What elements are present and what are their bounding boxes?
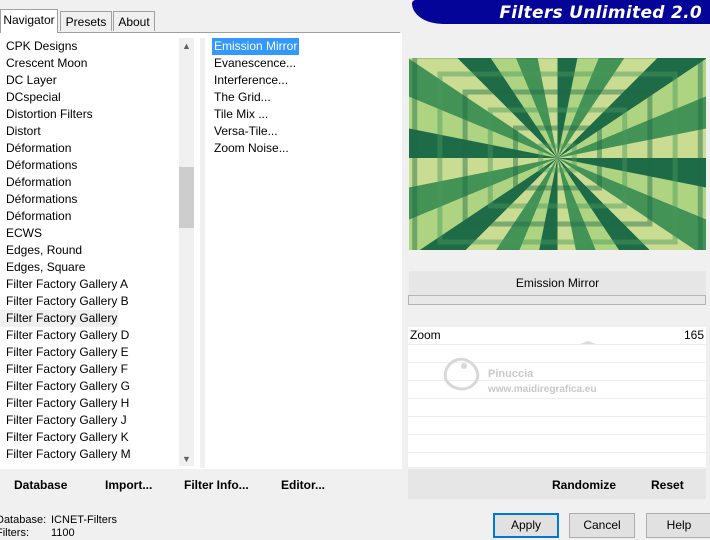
category-item[interactable]: Déformation	[0, 140, 178, 157]
watermark-logo-icon	[443, 357, 480, 391]
filter-item[interactable]: Emission Mirror	[212, 38, 300, 55]
reset-button[interactable]: Reset	[651, 478, 684, 492]
slider-indicator-icon[interactable]	[548, 341, 628, 344]
database-button[interactable]: Database	[14, 478, 67, 492]
tab-presets[interactable]: Presets	[60, 11, 112, 31]
filters-label: Filters:	[0, 527, 29, 539]
category-item[interactable]: ECWS	[0, 225, 178, 242]
randomize-button[interactable]: Randomize	[552, 478, 616, 492]
filters-count: 1100	[51, 527, 75, 539]
cancel-button[interactable]: Cancel	[569, 513, 635, 538]
category-item[interactable]: CPK Designs	[0, 38, 178, 55]
category-item[interactable]: Filter Factory Gallery A	[0, 276, 178, 293]
category-item-partial	[0, 463, 178, 467]
category-scrollbar[interactable]	[179, 38, 194, 466]
category-item[interactable]: Filter Factory Gallery E	[0, 344, 178, 361]
editor-button[interactable]: Editor...	[281, 478, 325, 492]
filter-preview	[409, 58, 706, 250]
scrollbar-thumb[interactable]	[179, 167, 194, 228]
category-item[interactable]: Distort	[0, 123, 178, 140]
app-title: Filters Unlimited 2.0	[499, 3, 702, 23]
progress-bar	[408, 295, 706, 305]
watermark-name: Pinuccia	[488, 368, 534, 380]
tab-navigator[interactable]: Navigator	[0, 9, 58, 33]
filter-item[interactable]: Versa-Tile...	[212, 123, 280, 140]
category-item[interactable]: Edges, Round	[0, 242, 178, 259]
param-name: Zoom	[410, 328, 441, 342]
category-item[interactable]: Crescent Moon	[0, 55, 178, 72]
filter-item[interactable]: Tile Mix ...	[212, 106, 270, 123]
category-item[interactable]: Déformation	[0, 208, 178, 225]
category-item[interactable]: DCspecial	[0, 89, 178, 106]
filter-item[interactable]: The Grid...	[212, 89, 273, 106]
help-button[interactable]: Help	[646, 513, 710, 538]
filter-info-button[interactable]: Filter Info...	[184, 478, 249, 492]
param-header	[409, 306, 706, 328]
scroll-up-icon[interactable]: ▲	[179, 39, 194, 54]
tab-about[interactable]: About	[113, 11, 155, 31]
category-item[interactable]: Filter Factory Gallery C	[0, 310, 118, 327]
import-button[interactable]: Import...	[105, 478, 152, 492]
category-item[interactable]: Filter Factory Gallery M	[0, 446, 178, 463]
database-value: ICNET-Filters	[51, 514, 117, 526]
filter-item[interactable]: Zoom Noise...	[212, 140, 291, 157]
filter-item[interactable]: Interference...	[212, 72, 290, 89]
category-item[interactable]: Déformations	[0, 191, 178, 208]
category-item[interactable]: DC Layer	[0, 72, 178, 89]
database-label: Database:	[0, 514, 47, 526]
filter-name-label: Emission Mirror	[409, 271, 706, 295]
category-item[interactable]: Déformation	[0, 174, 178, 191]
param-row-zoom[interactable]: Zoom 165	[408, 327, 706, 345]
scroll-down-icon[interactable]: ▼	[179, 452, 194, 467]
category-item[interactable]: Distortion Filters	[0, 106, 178, 123]
category-item[interactable]: Filter Factory Gallery H	[0, 395, 178, 412]
category-item[interactable]: Déformations	[0, 157, 178, 174]
watermark: Pinuccia www.maidiregrafica.eu	[440, 350, 640, 410]
category-item[interactable]: Filter Factory Gallery G	[0, 378, 178, 395]
apply-button[interactable]: Apply	[493, 513, 559, 538]
param-value: 165	[683, 328, 704, 342]
param-row-empty	[408, 417, 706, 435]
category-item[interactable]: Filter Factory Gallery D	[0, 327, 178, 344]
filter-item[interactable]: Evanescence...	[212, 55, 298, 72]
category-item[interactable]: Edges, Square	[0, 259, 178, 276]
category-item[interactable]: Filter Factory Gallery J	[0, 412, 178, 429]
param-row-empty	[408, 435, 706, 453]
list-divider	[200, 38, 205, 468]
category-item[interactable]: Filter Factory Gallery K	[0, 429, 178, 446]
category-item[interactable]: Filter Factory Gallery F	[0, 361, 178, 378]
category-item[interactable]: Filter Factory Gallery B	[0, 293, 178, 310]
watermark-url: www.maidiregrafica.eu	[488, 384, 597, 395]
